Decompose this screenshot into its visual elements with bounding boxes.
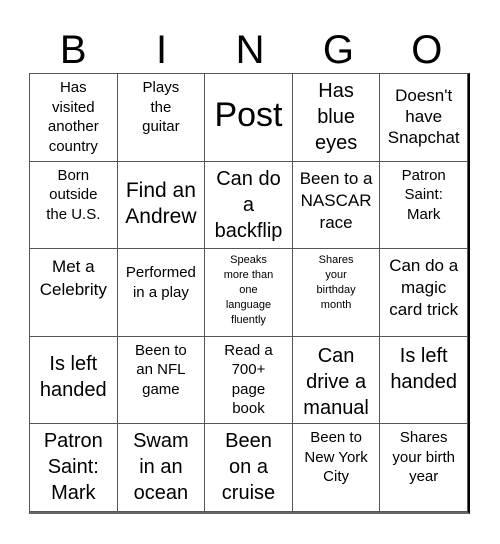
bingo-cell[interactable]: Read a 700+ page book <box>205 336 293 425</box>
bingo-cell[interactable]: Is left handed <box>380 336 468 425</box>
bingo-cell[interactable]: Performed in a play <box>117 249 206 337</box>
header-letter-g: G <box>322 28 354 72</box>
bingo-cell[interactable]: Can do a magic card trick <box>380 249 468 337</box>
cell-text: Performed in a play <box>125 264 196 301</box>
cell-text: Shares your birth year <box>392 429 455 486</box>
cell-text: Post <box>214 96 283 135</box>
header-letter-n: N <box>235 28 265 72</box>
bingo-cell[interactable]: Patron Saint: Mark <box>30 424 118 512</box>
header-letter-i: I <box>156 28 168 72</box>
bingo-cell[interactable]: Been to an NFL game <box>117 336 206 425</box>
bingo-cell[interactable]: Swam in an ocean <box>117 424 206 512</box>
cell-text: Plays the guitar <box>142 79 180 135</box>
bingo-cell[interactable]: Met a Celebrity <box>30 249 118 337</box>
cell-text: Is left handed <box>39 352 107 401</box>
cell-text: Speaks more than one language fluently <box>223 254 274 327</box>
cell-text: Can do a backflip <box>214 167 283 242</box>
bingo-cell[interactable]: Doesn't have Snapchat <box>380 74 468 162</box>
cell-text: Can drive a manual <box>303 344 369 419</box>
cell-text: Been to New York City <box>304 429 368 486</box>
bingo-cell[interactable]: Patron Saint: Mark <box>380 161 468 250</box>
bingo-header: B I N G O <box>29 28 471 73</box>
cell-text: Has blue eyes <box>314 80 358 155</box>
bingo-cell[interactable]: Post <box>205 74 293 162</box>
cell-text: Read a 700+ page book <box>224 341 273 418</box>
bingo-cell[interactable]: Born outside the U.S. <box>30 161 118 250</box>
bingo-cell[interactable]: Has blue eyes <box>292 74 381 162</box>
cell-text: Born outside the U.S. <box>46 166 101 223</box>
bingo-cell[interactable]: Is left handed <box>30 336 118 425</box>
bingo-cell[interactable]: Been to New York City <box>292 424 381 512</box>
bingo-cell[interactable]: Shares your birth year <box>380 424 468 512</box>
header-letter-b: B <box>59 28 87 72</box>
cell-text: Swam in an ocean <box>133 430 189 505</box>
cell-text: Can do a magic card trick <box>389 256 459 320</box>
cell-text: Met a Celebrity <box>39 257 107 300</box>
bingo-cell[interactable]: Plays the guitar <box>117 74 206 162</box>
bingo-cell[interactable]: Can do a backflip <box>205 161 293 250</box>
cell-text: Been to an NFL game <box>135 341 187 398</box>
bingo-grid: Has visited another country Plays the gu… <box>29 73 470 514</box>
cell-text: Patron Saint: Mark <box>401 166 446 223</box>
cell-text: Find an Andrew <box>125 178 197 228</box>
bingo-cell[interactable]: Shares your birthday month <box>292 249 381 337</box>
cell-text: Doesn't have Snapchat <box>387 85 460 147</box>
cell-text: Been on a cruise <box>221 430 276 505</box>
cell-text: Been to a NASCAR race <box>299 168 373 232</box>
bingo-cell[interactable]: Find an Andrew <box>117 161 206 250</box>
bingo-cell[interactable]: Speaks more than one language fluently <box>205 249 293 337</box>
cell-text: Patron Saint: Mark <box>43 430 103 505</box>
bingo-cell[interactable]: Can drive a manual <box>292 336 381 425</box>
cell-text: Has visited another country <box>47 79 99 155</box>
bingo-cell[interactable]: Been to a NASCAR race <box>292 161 381 250</box>
cell-text: Shares your birthday month <box>316 254 356 312</box>
cell-text: Is left handed <box>390 344 458 393</box>
bingo-cell[interactable]: Been on a cruise <box>205 424 293 512</box>
header-letter-o: O <box>411 28 443 72</box>
bingo-cell[interactable]: Has visited another country <box>30 74 118 162</box>
